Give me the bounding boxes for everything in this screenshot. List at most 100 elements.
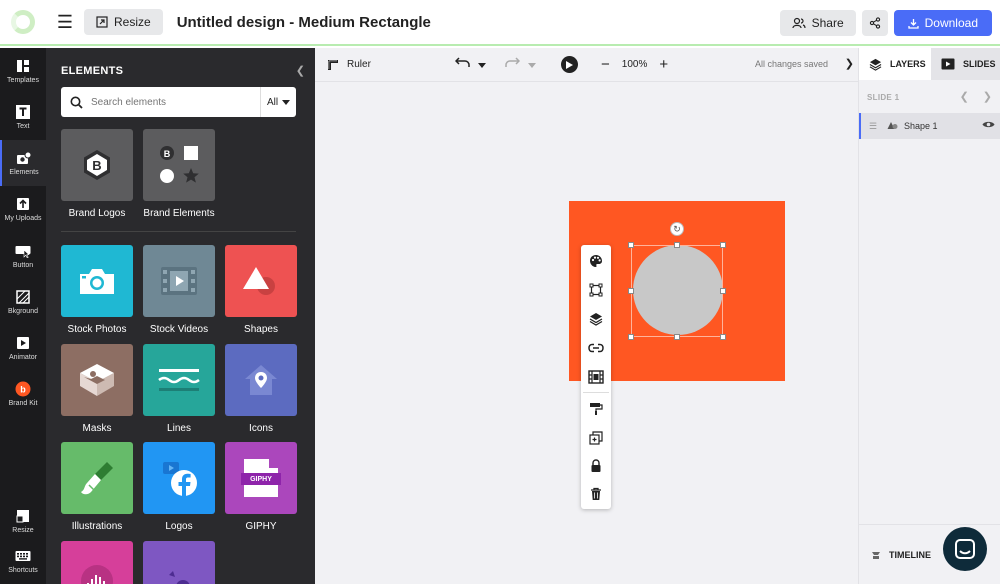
brand-elements-icon: B <box>160 146 199 183</box>
tile-label: GIPHY <box>245 521 277 532</box>
audio-wave-icon <box>81 565 113 584</box>
redo-icon[interactable] <box>505 56 521 71</box>
editor-toolbar: Ruler − 100% + All changes saved ❯ <box>315 48 858 82</box>
templates-icon <box>15 58 31 74</box>
chat-support-button[interactable] <box>943 527 987 571</box>
lock-icon[interactable] <box>581 452 611 480</box>
zoom-in-icon[interactable]: + <box>659 56 668 73</box>
mask-icon <box>80 364 114 396</box>
rail-item-brand-kit[interactable]: b Brand Kit <box>0 371 46 417</box>
logos-thumbnail <box>143 442 215 514</box>
hamburger-menu-icon[interactable]: ☰ <box>50 7 80 37</box>
shape-layer-icon <box>887 121 898 132</box>
rail-item-background[interactable]: Bkground <box>0 279 46 325</box>
tile-logos[interactable]: Logos <box>143 442 215 532</box>
rotate-icon[interactable]: ↻ <box>670 222 684 236</box>
tile-icons[interactable]: Icons <box>225 344 297 434</box>
giphy-text: GIPHY <box>241 473 281 485</box>
trash-icon[interactable] <box>581 480 611 508</box>
resize-handle-top-left[interactable] <box>628 242 634 248</box>
tile-stock-videos[interactable]: Stock Videos <box>143 245 215 335</box>
tab-label: LAYERS <box>890 59 926 69</box>
rail-item-animator[interactable]: Animator <box>0 325 46 371</box>
share-link-button[interactable] <box>861 10 888 36</box>
facebook-icon <box>163 462 197 496</box>
expand-right-panel-icon[interactable]: ❯ <box>845 57 854 70</box>
tab-slides[interactable]: SLIDES <box>931 48 1000 80</box>
zoom-out-icon[interactable]: − <box>601 56 610 73</box>
undo-history-chevron-icon[interactable] <box>478 56 486 71</box>
rail-item-shortcuts[interactable]: Shortcuts <box>0 538 46 584</box>
context-menu-divider <box>583 392 609 393</box>
tool-rail: Templates Text Elements My Uploads Butto… <box>0 48 46 584</box>
zoom-level[interactable]: 100% <box>622 59 648 70</box>
rail-item-uploads[interactable]: My Uploads <box>0 186 46 232</box>
timeline-icon <box>872 551 880 559</box>
search-box: All <box>61 87 296 117</box>
duplicate-icon[interactable] <box>581 424 611 452</box>
play-preview-icon[interactable] <box>561 56 578 73</box>
drag-handle-icon[interactable]: ☰ <box>869 121 879 132</box>
resize-handle-top[interactable] <box>674 242 680 248</box>
layers-icon[interactable] <box>581 305 611 333</box>
tab-layers[interactable]: LAYERS <box>859 48 931 80</box>
rail-item-button[interactable]: Button <box>0 233 46 279</box>
next-slide-icon[interactable]: ❯ <box>983 90 992 103</box>
resize-handle-bottom-right[interactable] <box>720 334 726 340</box>
transform-icon[interactable] <box>581 276 611 304</box>
download-label: Download <box>924 16 978 30</box>
tile-giphy[interactable]: GIPHY GIPHY <box>225 442 297 532</box>
collapse-panel-icon[interactable]: ❮ <box>296 64 305 77</box>
tile-label: Brand Elements <box>143 208 215 219</box>
resize-handle-bottom-left[interactable] <box>628 334 634 340</box>
document-title[interactable]: Untitled design - Medium Rectangle <box>177 14 431 31</box>
masks-thumbnail <box>61 344 133 416</box>
redo-history-chevron-icon[interactable] <box>528 56 536 71</box>
resize-handle-top-right[interactable] <box>720 242 726 248</box>
ruler-toggle[interactable]: Ruler <box>327 59 371 71</box>
paint-roller-icon[interactable] <box>581 395 611 423</box>
tile-brand-logos[interactable]: B Brand Logos <box>61 129 133 219</box>
search-filter-select[interactable]: All <box>260 87 296 117</box>
camera-icon <box>80 269 114 294</box>
selection-box[interactable] <box>631 245 723 337</box>
tile-masks[interactable]: Masks <box>61 344 133 434</box>
share-button[interactable]: Share <box>779 10 856 36</box>
rail-item-templates[interactable]: Templates <box>0 48 46 94</box>
tile-audio[interactable] <box>61 541 133 584</box>
resize-handle-right[interactable] <box>720 288 726 294</box>
tile-stock-photos[interactable]: Stock Photos <box>61 245 133 335</box>
link-icon[interactable] <box>581 334 611 362</box>
tile-illustrations[interactable]: Illustrations <box>61 442 133 532</box>
palette-icon[interactable] <box>581 247 611 275</box>
rail-item-text[interactable]: Text <box>0 94 46 140</box>
app-logo[interactable] <box>0 0 46 45</box>
layer-name: Shape 1 <box>904 121 938 131</box>
tile-shapes[interactable]: Shapes <box>225 245 297 335</box>
download-button[interactable]: Download <box>893 10 992 36</box>
search-icon <box>61 96 91 109</box>
prev-slide-icon[interactable]: ❮ <box>960 90 969 103</box>
rail-item-elements[interactable]: Elements <box>0 140 46 186</box>
tile-brand-elements[interactable]: B Brand Elements <box>143 129 215 219</box>
tile-stickers[interactable] <box>143 541 215 584</box>
tile-label: Illustrations <box>71 521 123 532</box>
eye-icon[interactable] <box>982 120 995 132</box>
svg-text:B: B <box>164 149 171 159</box>
elements-panel: ELEMENTS ❮ All B Brand Logos B Brand Ele… <box>46 48 315 584</box>
search-input[interactable] <box>91 96 260 108</box>
filmstrip-icon[interactable] <box>581 363 611 391</box>
resize-handle-bottom[interactable] <box>674 334 680 340</box>
resize-handle-left[interactable] <box>628 288 634 294</box>
rail-label: Button <box>12 262 34 269</box>
resize-button[interactable]: Resize <box>84 9 163 35</box>
tile-label: Masks <box>82 423 112 434</box>
tile-label: Logos <box>165 521 193 532</box>
filter-value: All <box>266 96 279 108</box>
undo-icon[interactable] <box>454 56 470 71</box>
button-icon <box>15 243 31 259</box>
keyboard-icon <box>15 548 31 564</box>
layer-row[interactable]: ☰ Shape 1 <box>859 113 1000 139</box>
lines-thumbnail <box>143 344 215 416</box>
tile-lines[interactable]: Lines <box>143 344 215 434</box>
